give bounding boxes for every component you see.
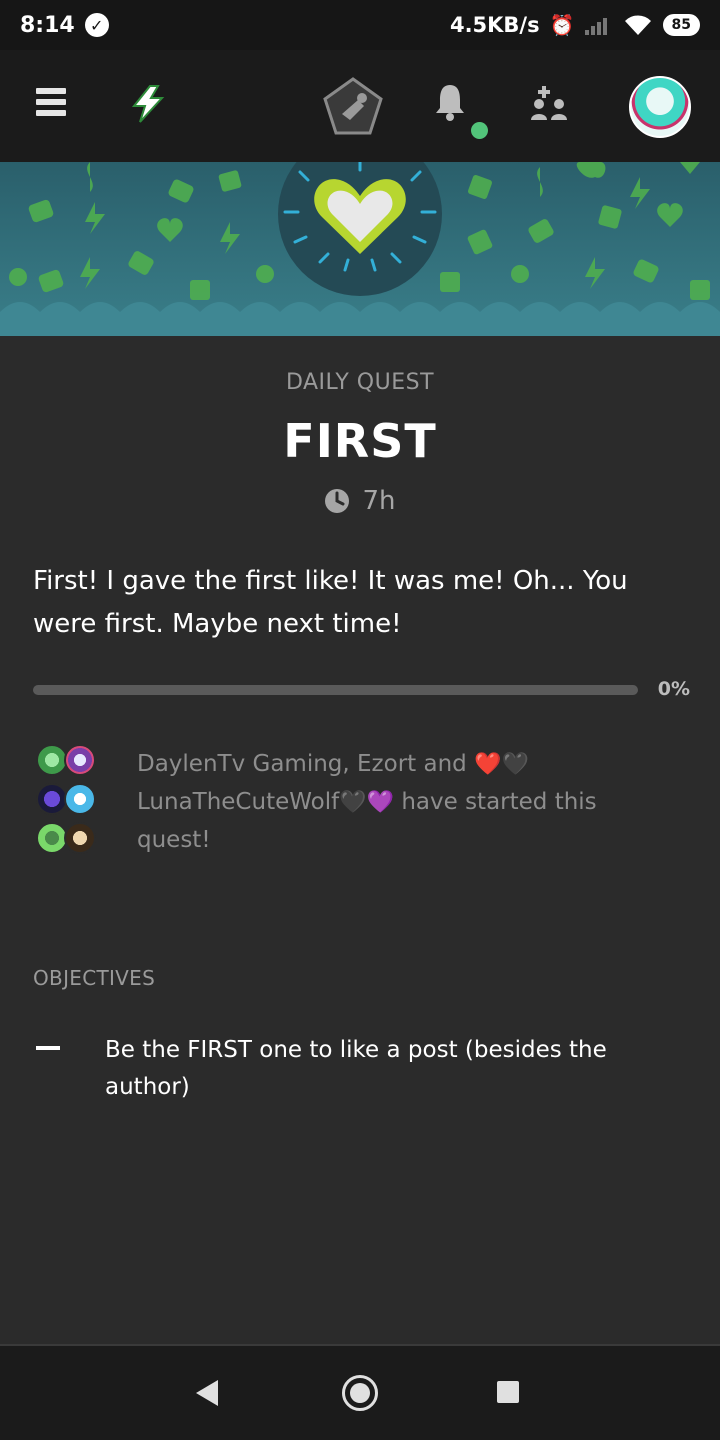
status-indicators: 4.5KB/s ⏰ 85 [450,0,700,50]
online-status-dot [471,122,488,139]
battery-indicator: 85 [662,14,700,36]
back-icon[interactable] [196,1380,218,1406]
black-heart-icon: 🖤 [501,752,529,777]
avatar [64,783,96,815]
quest-title: FIRST [283,414,437,468]
quest-time-remaining: 7h [0,486,720,516]
black-heart-icon: 🖤 [339,790,367,815]
participant-name: LunaTheCuteWolf [137,789,340,815]
quest-pentagon-icon[interactable] [322,76,384,136]
objective-item: Be the FIRST one to like a post (besides… [105,1037,607,1100]
time-left-label: 7h [362,486,396,516]
quest-description: First! I gave the first like! It was me!… [33,566,628,639]
network-speed: 4.5KB/s [449,13,540,37]
system-nav-bar [0,1346,720,1440]
bell-icon[interactable] [434,82,466,122]
home-icon[interactable] [342,1375,378,1411]
alarm-icon: ⏰ [549,13,575,37]
clock-icon [325,489,350,513]
avatar [64,744,96,776]
objective-bullet-icon [36,1046,60,1050]
status-time: 8:14 [20,12,75,38]
check-circle-icon: ✓ [84,13,109,37]
profile-avatar[interactable] [629,76,691,138]
progress-percent: 0% [657,678,690,700]
quest-banner [0,162,720,336]
quest-kicker: DAILY QUEST [285,370,435,395]
banner-pattern [0,162,720,336]
menu-icon[interactable] [36,88,66,116]
objectives-heading: OBJECTIVES [33,966,156,990]
participants-text: DaylenTv Gaming, Ezort and ❤️🖤 LunaTheCu… [137,745,657,859]
add-friend-icon[interactable] [530,84,570,124]
participants-names: DaylenTv Gaming, Ezort and [137,751,475,777]
bolt-icon[interactable] [128,84,168,124]
status-bar: 8:14 ✓ 4.5KB/s ⏰ 85 [0,0,720,50]
red-heart-icon: ❤️ [474,752,502,777]
participant-avatars[interactable] [36,744,98,856]
quest-progress-bar [33,685,638,695]
top-navigation [0,50,720,162]
wifi-icon [624,15,651,35]
avatar [64,822,96,854]
signal-icon [584,15,613,35]
recents-icon[interactable] [497,1381,519,1403]
purple-heart-icon: 💜 [366,790,395,815]
